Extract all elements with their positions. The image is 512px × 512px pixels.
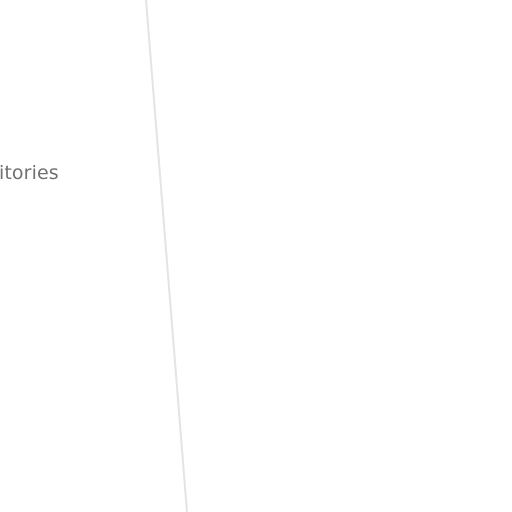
panel-divider [145,0,188,512]
panel-divider-line [145,0,188,512]
page-canvas: itories [0,0,512,512]
sidebar-item-repositories-label[interactable]: itories [0,161,59,185]
